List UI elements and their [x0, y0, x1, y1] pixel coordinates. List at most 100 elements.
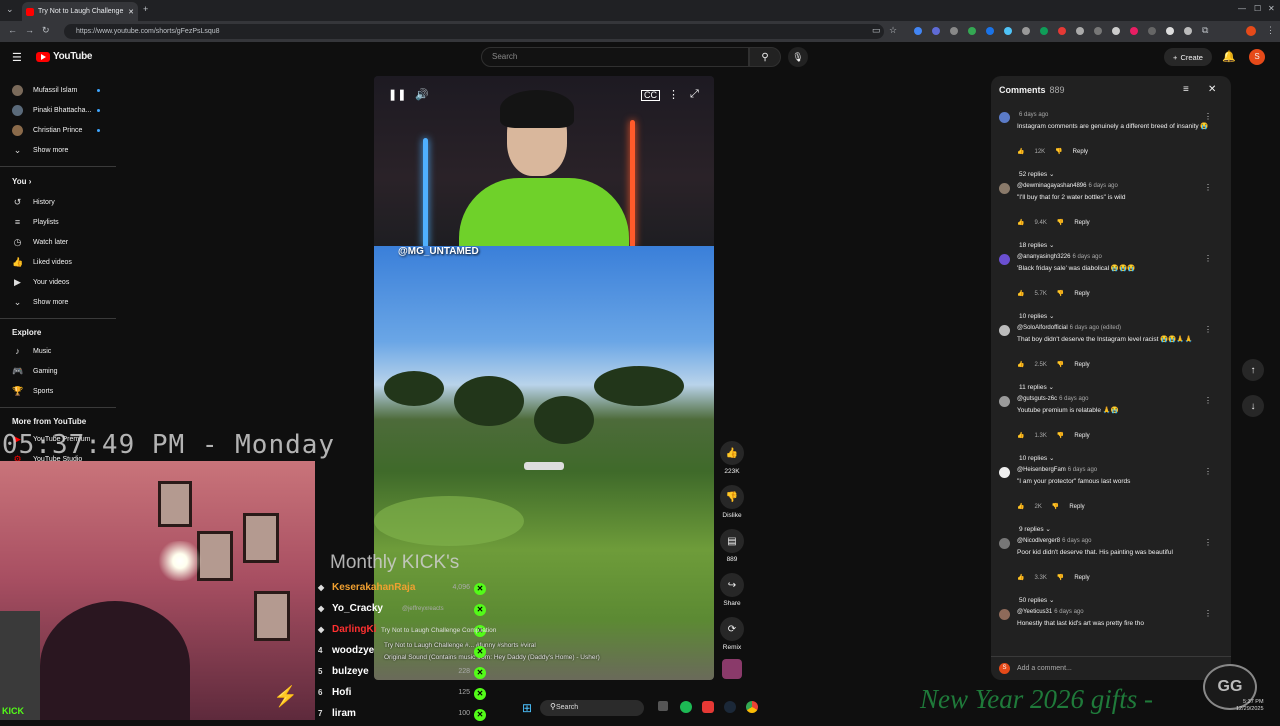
reply-button[interactable]: Reply [1074, 291, 1089, 297]
reply-button[interactable]: Reply [1073, 149, 1088, 155]
thumbs-down-icon[interactable]: 👎 [720, 485, 744, 509]
account-avatar[interactable]: S [1249, 49, 1265, 65]
profile-avatar-icon[interactable] [1246, 26, 1256, 36]
comment-more-icon[interactable]: ⋮ [1204, 396, 1212, 405]
sidebar-sub-item[interactable]: Mufassil Islam [0, 80, 116, 100]
view-replies-button[interactable]: 52 replies ⌄ [1019, 170, 1054, 178]
extension-icon[interactable] [1166, 27, 1174, 35]
extensions-puzzle-icon[interactable]: ⧉ [1202, 25, 1208, 36]
view-replies-button[interactable]: 10 replies ⌄ [1019, 454, 1054, 462]
remix-action[interactable]: ⟳ Remix [720, 617, 744, 651]
extension-icon[interactable] [1130, 27, 1138, 35]
notifications-bell-icon[interactable]: 🔔 [1222, 50, 1236, 63]
sidebar-item-gaming[interactable]: 🎮 Gaming [0, 361, 116, 381]
sort-icon[interactable]: ≡ [1183, 84, 1189, 95]
app-icon[interactable] [702, 701, 714, 713]
extension-icon[interactable] [1022, 27, 1030, 35]
thumbs-up-icon[interactable]: 👍 [1017, 361, 1024, 368]
comment-more-icon[interactable]: ⋮ [1204, 467, 1212, 476]
extension-icon[interactable] [1058, 27, 1066, 35]
share-icon[interactable]: ↪ [720, 573, 744, 597]
comment-more-icon[interactable]: ⋮ [1204, 609, 1212, 618]
bookmark-star-icon[interactable]: ☆ [889, 25, 897, 36]
share-action[interactable]: ↪ Share [720, 573, 744, 607]
view-replies-button[interactable]: 18 replies ⌄ [1019, 241, 1054, 249]
tab-search-icon[interactable]: ⌄ [6, 4, 14, 15]
view-replies-button[interactable]: 10 replies ⌄ [1019, 312, 1054, 320]
comment-author[interactable]: @Yeeticus31 [1017, 609, 1052, 615]
remix-icon[interactable]: ⟳ [720, 617, 744, 641]
view-replies-button[interactable]: 11 replies ⌄ [1019, 383, 1054, 391]
commenter-avatar[interactable] [999, 396, 1010, 407]
reply-button[interactable]: Reply [1074, 220, 1089, 226]
minimize-button[interactable]: — [1238, 4, 1246, 13]
chrome-icon[interactable] [746, 701, 758, 713]
thumbs-up-icon[interactable]: 👍 [720, 441, 744, 465]
thumbs-up-icon[interactable]: 👍 [1017, 148, 1024, 155]
extension-icon[interactable] [986, 27, 994, 35]
thumbs-up-icon[interactable]: 👍 [1017, 219, 1024, 226]
thumbs-up-icon[interactable]: 👍 [1017, 503, 1024, 510]
view-replies-button[interactable]: 9 replies ⌄ [1019, 525, 1051, 533]
sidebar-item-history[interactable]: ↺ History [0, 192, 116, 212]
more-options-icon[interactable]: ⋮ [668, 88, 679, 101]
thumbs-down-icon[interactable]: 👎 [1052, 503, 1059, 510]
maximize-button[interactable]: ☐ [1254, 4, 1261, 13]
comment-more-icon[interactable]: ⋮ [1204, 254, 1212, 263]
url-field[interactable]: https://www.youtube.com/shorts/gFezPsLsq… [64, 24, 884, 39]
sidebar-item-liked[interactable]: 👍 Liked videos [0, 252, 116, 272]
task-view-icon[interactable] [658, 701, 668, 711]
comment-author[interactable]: @SoloAlfordofficial [1017, 325, 1068, 331]
browser-tab[interactable]: Try Not to Laugh Challenge ✕ [22, 2, 138, 21]
reply-button[interactable]: Reply [1074, 362, 1089, 368]
sidebar-item-your-videos[interactable]: ▶ Your videos [0, 272, 116, 292]
reply-button[interactable]: Reply [1074, 433, 1089, 439]
commenter-avatar[interactable] [999, 325, 1010, 336]
extension-icon[interactable] [1112, 27, 1120, 35]
comment-author[interactable]: @gutsguts-z6c [1017, 396, 1057, 402]
windows-start-icon[interactable]: ⊞ [522, 701, 532, 715]
sidebar-item-music[interactable]: ♪ Music [0, 341, 116, 361]
commenter-avatar[interactable] [999, 538, 1010, 549]
new-tab-icon[interactable]: + [143, 4, 148, 14]
volume-icon[interactable]: 🔊 [415, 88, 429, 101]
comment-icon[interactable]: ▤ [720, 529, 744, 553]
extension-icon[interactable] [914, 27, 922, 35]
comment-author[interactable]: @ananyasingh3226 [1017, 254, 1070, 260]
sound-thumbnail[interactable] [722, 659, 742, 679]
fullscreen-icon[interactable]: ⤢ [690, 88, 699, 101]
extension-icon[interactable] [1076, 27, 1084, 35]
extension-icon[interactable] [932, 27, 940, 35]
you-heading[interactable]: You › [12, 177, 31, 186]
search-input[interactable]: Search [481, 47, 749, 67]
thumbs-up-icon[interactable]: 👍 [1017, 574, 1024, 581]
commenter-avatar[interactable] [999, 609, 1010, 620]
commenter-avatar[interactable] [999, 112, 1010, 123]
sidebar-sub-item[interactable]: Pinaki Bhattacha... [0, 100, 116, 120]
extension-icon[interactable] [1004, 27, 1012, 35]
dislike-action[interactable]: 👎 Dislike [720, 485, 744, 519]
comment-author[interactable]: @Nicodlverger8 [1017, 538, 1060, 544]
thumbs-up-icon[interactable]: 👍 [1017, 432, 1024, 439]
comment-author[interactable]: @HeisenbergFam [1017, 467, 1066, 473]
like-action[interactable]: 👍 223K [720, 441, 744, 475]
voice-search-button[interactable]: 🎙 [788, 47, 808, 67]
comment-author[interactable]: @dewminagayashan4896 [1017, 183, 1086, 189]
sidebar-show-more[interactable]: ⌄ Show more [0, 140, 116, 160]
thumbs-down-icon[interactable]: 👎 [1057, 219, 1064, 226]
comment-more-icon[interactable]: ⋮ [1204, 183, 1212, 192]
extension-icon[interactable] [1040, 27, 1048, 35]
spotify-icon[interactable] [680, 701, 692, 713]
pause-icon[interactable]: ❚❚ [388, 88, 406, 101]
create-button[interactable]: + Create [1164, 48, 1212, 66]
commenter-avatar[interactable] [999, 183, 1010, 194]
thumbs-down-icon[interactable]: 👎 [1055, 148, 1062, 155]
extension-icon[interactable] [1094, 27, 1102, 35]
reply-button[interactable]: Reply [1069, 504, 1084, 510]
comment-more-icon[interactable]: ⋮ [1204, 325, 1212, 334]
search-button[interactable]: ⚲ [749, 47, 781, 67]
comments-action[interactable]: ▤ 889 [720, 529, 744, 563]
youtube-logo[interactable]: YouTube [36, 51, 93, 62]
comment-more-icon[interactable]: ⋮ [1204, 538, 1212, 547]
forward-icon[interactable]: → [25, 25, 34, 35]
